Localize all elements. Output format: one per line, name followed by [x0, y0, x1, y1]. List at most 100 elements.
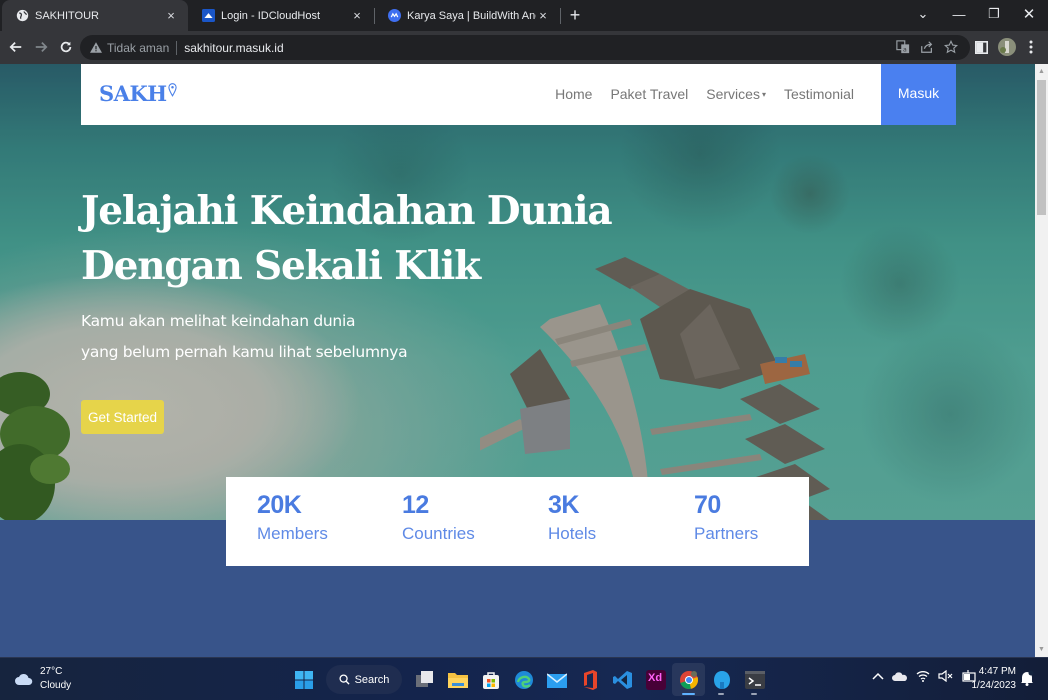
- vscode-icon: [612, 670, 632, 689]
- system-clock[interactable]: 4:47 PM 1/24/2023: [968, 665, 1017, 693]
- start-button[interactable]: [287, 663, 320, 696]
- running-indicator: [751, 693, 757, 695]
- hero-title: Jelajahi Keindahan Dunia Dengan Sekali K…: [81, 184, 613, 294]
- notification-bell-icon: [1021, 670, 1034, 686]
- omnibox-divider: [176, 40, 178, 55]
- wifi-icon[interactable]: [916, 670, 930, 682]
- notifications-button[interactable]: [1020, 670, 1034, 691]
- profile-avatar[interactable]: [996, 36, 1018, 58]
- scroll-thumb[interactable]: [1037, 80, 1046, 215]
- nav-home[interactable]: Home: [546, 86, 601, 102]
- scroll-up-arrow[interactable]: ▲: [1035, 65, 1048, 78]
- stat-value: 12: [402, 491, 429, 519]
- vscode-button[interactable]: [606, 663, 639, 696]
- office-icon: [583, 669, 597, 690]
- tab-buildwithangga[interactable]: Karya Saya | BuildWith Angga ×: [374, 0, 560, 31]
- tab-close-button[interactable]: ×: [536, 8, 550, 23]
- tab-close-button[interactable]: ×: [164, 8, 178, 23]
- browser-toolbar: Tidak aman sakhitour.masuk.id a: [0, 31, 1048, 64]
- clock-time: 4:47 PM: [978, 666, 1016, 677]
- browser-menu-button[interactable]: [1024, 36, 1038, 58]
- side-panel-button[interactable]: [972, 36, 990, 58]
- minimize-button[interactable]: —: [942, 0, 976, 28]
- idcloudhost-icon: [202, 9, 215, 22]
- terminal-button[interactable]: [738, 663, 771, 696]
- security-indicator[interactable]: Tidak aman: [90, 41, 169, 55]
- hero-title-line: Jelajahi Keindahan Dunia: [81, 188, 613, 234]
- weather-temp: 27°C: [40, 666, 63, 677]
- stat-hotels: 3K Hotels: [548, 491, 596, 544]
- back-button[interactable]: [6, 37, 26, 57]
- address-bar[interactable]: Tidak aman sakhitour.masuk.id: [80, 35, 970, 60]
- chevron-up-icon[interactable]: [872, 672, 884, 680]
- running-indicator: [718, 693, 724, 695]
- tab-strip: SAKHITOUR × Login - IDCloudHost × Karya …: [0, 0, 1048, 31]
- chrome-button[interactable]: [672, 663, 705, 696]
- tab-sakhitour[interactable]: SAKHITOUR ×: [2, 0, 188, 31]
- system-tray: [872, 670, 978, 682]
- stat-value: 3K: [548, 491, 579, 519]
- weather-condition: Cloudy: [40, 680, 72, 691]
- search-icon: [339, 674, 350, 685]
- brand-logo[interactable]: SAKH: [99, 81, 177, 106]
- reload-button[interactable]: [56, 37, 76, 57]
- login-button[interactable]: Masuk: [881, 64, 956, 125]
- onedrive-icon[interactable]: [892, 671, 908, 681]
- scroll-down-arrow[interactable]: ▼: [1035, 643, 1048, 656]
- buildwithangga-icon: [388, 9, 401, 22]
- nav-paket-travel[interactable]: Paket Travel: [601, 86, 697, 102]
- nav-services-label: Services: [706, 86, 760, 102]
- mail-icon: [546, 672, 567, 688]
- chrome-icon: [679, 670, 698, 689]
- tab-title: Login - IDCloudHost: [221, 9, 321, 22]
- page-scrollbar[interactable]: ▲ ▼: [1035, 64, 1048, 657]
- map-pin-icon: [167, 83, 177, 97]
- stat-countries: 12 Countries: [402, 491, 475, 544]
- bookmark-button[interactable]: [942, 36, 960, 58]
- tab-close-button[interactable]: ×: [350, 8, 364, 23]
- tab-divider: [560, 8, 561, 24]
- arrow-right-icon: [35, 42, 48, 52]
- app-bird-button[interactable]: [705, 663, 738, 696]
- svg-text:a: a: [903, 46, 907, 53]
- close-window-button[interactable]: ✕: [1012, 0, 1046, 28]
- folder-icon: [447, 672, 468, 688]
- forward-button[interactable]: [31, 37, 51, 57]
- search-label: Search: [354, 673, 390, 686]
- edge-icon: [514, 670, 533, 689]
- stat-label: Countries: [402, 524, 475, 543]
- tab-idcloudhost[interactable]: Login - IDCloudHost ×: [188, 0, 374, 31]
- site-navbar: SAKH Home Paket Travel Services ▾ Testimo…: [81, 64, 956, 125]
- taskbar-search[interactable]: Search: [326, 665, 402, 694]
- translate-icon: a: [896, 40, 910, 53]
- translate-button[interactable]: a: [894, 36, 912, 58]
- windows-logo-icon: [294, 670, 313, 689]
- get-started-button[interactable]: Get Started: [81, 400, 164, 434]
- caret-down-icon: ▾: [761, 90, 766, 99]
- nav-services-dropdown[interactable]: Services ▾: [697, 86, 775, 102]
- globe-icon: [16, 9, 29, 22]
- new-tab-button[interactable]: +: [566, 4, 584, 26]
- speaker-muted-icon[interactable]: [938, 670, 954, 682]
- brand-text: SAKH: [99, 81, 167, 106]
- url-text[interactable]: sakhitour.masuk.id: [184, 41, 283, 55]
- restore-button[interactable]: ❐: [977, 0, 1011, 28]
- task-view-button[interactable]: [408, 663, 441, 696]
- mail-button[interactable]: [540, 663, 573, 696]
- file-explorer-button[interactable]: [441, 663, 474, 696]
- nav-testimonial[interactable]: Testimonial: [775, 86, 863, 102]
- store-icon: [482, 671, 499, 689]
- edge-button[interactable]: [507, 663, 540, 696]
- office-button[interactable]: [573, 663, 606, 696]
- share-icon: [921, 41, 933, 53]
- weather-widget[interactable]: 27°C Cloudy: [14, 665, 71, 693]
- stat-value: 70: [694, 491, 721, 519]
- share-button[interactable]: [918, 36, 936, 58]
- microsoft-store-button[interactable]: [474, 663, 507, 696]
- windows-taskbar: 27°C Cloudy Search Xd 4:47 PM 1/24/2023: [0, 657, 1048, 700]
- stats-card: 20K Members 12 Countries 3K Hotels 70 Pa…: [226, 477, 809, 566]
- arrow-left-icon: [9, 42, 22, 52]
- adobe-xd-button[interactable]: Xd: [639, 663, 672, 696]
- stat-partners: 70 Partners: [694, 491, 758, 544]
- tab-search-button[interactable]: ⌄: [906, 0, 940, 28]
